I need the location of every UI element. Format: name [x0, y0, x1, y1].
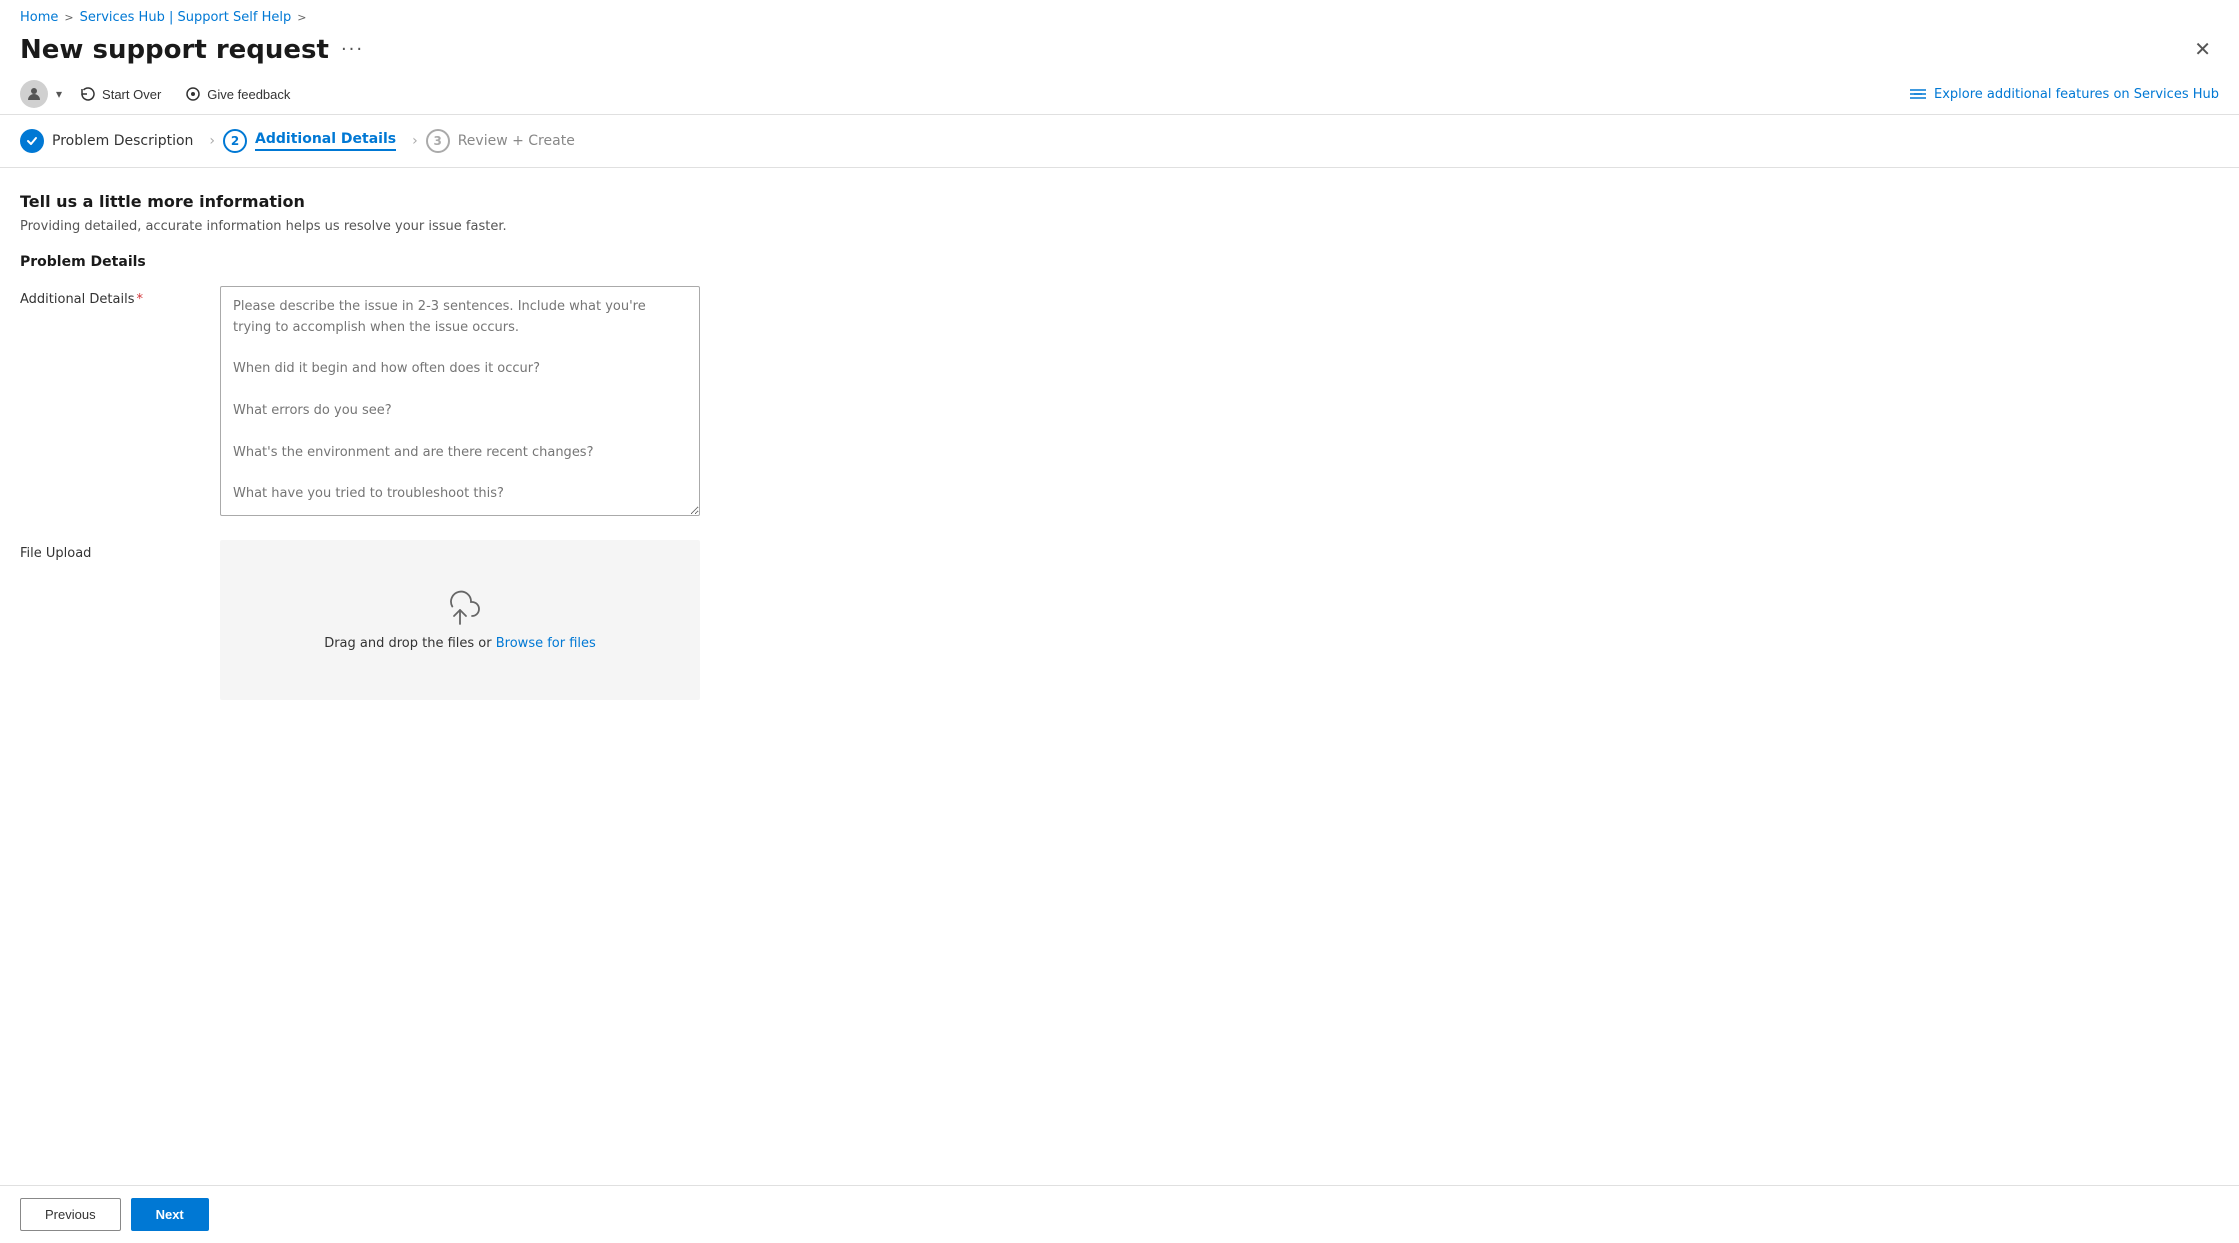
- additional-details-label: Additional Details: [20, 292, 134, 307]
- main-content: Tell us a little more information Provid…: [0, 168, 2239, 1243]
- breadcrumb: Home > Services Hub | Support Self Help …: [0, 0, 2239, 29]
- bottom-nav: Previous Next: [0, 1185, 2239, 1243]
- toolbar: ▾ Start Over Give feedback: [0, 74, 2239, 115]
- step-1-problem-description[interactable]: Problem Description: [20, 129, 209, 153]
- step-3-label: Review + Create: [458, 133, 575, 149]
- additional-details-textarea[interactable]: [220, 286, 700, 516]
- give-feedback-button[interactable]: Give feedback: [175, 82, 300, 106]
- user-avatar-button[interactable]: [20, 80, 48, 108]
- close-button[interactable]: ✕: [2186, 33, 2219, 66]
- step-2-label: Additional Details: [255, 131, 396, 151]
- problem-details-heading: Problem Details: [20, 254, 2219, 270]
- give-feedback-label: Give feedback: [207, 87, 290, 102]
- previous-button[interactable]: Previous: [20, 1198, 121, 1231]
- section-title: Tell us a little more information: [20, 192, 2219, 211]
- explore-features-link[interactable]: Explore additional features on Services …: [1910, 87, 2219, 102]
- cloud-upload-icon: [440, 590, 480, 626]
- additional-details-row: Additional Details*: [20, 286, 2219, 520]
- browse-files-link[interactable]: Browse for files: [496, 636, 596, 651]
- step-separator-2: ›: [412, 133, 418, 149]
- file-upload-row: File Upload Drag and drop the files or B…: [20, 540, 2219, 700]
- additional-details-label-container: Additional Details*: [20, 286, 220, 307]
- step-1-label: Problem Description: [52, 133, 193, 149]
- explore-features-label: Explore additional features on Services …: [1934, 87, 2219, 102]
- user-icon: [26, 86, 42, 102]
- file-upload-label: File Upload: [20, 540, 220, 561]
- toolbar-left: ▾ Start Over Give feedback: [20, 80, 300, 108]
- breadcrumb-separator-2: >: [297, 11, 306, 24]
- step-separator-1: ›: [209, 133, 215, 149]
- breadcrumb-home[interactable]: Home: [20, 10, 58, 25]
- dropdown-chevron-button[interactable]: ▾: [52, 83, 66, 105]
- start-over-button[interactable]: Start Over: [70, 82, 171, 106]
- step-1-circle: [20, 129, 44, 153]
- breadcrumb-services-hub[interactable]: Services Hub | Support Self Help: [80, 10, 292, 25]
- feedback-icon: [185, 86, 201, 102]
- next-button[interactable]: Next: [131, 1198, 209, 1231]
- title-bar: New support request ··· ✕: [0, 29, 2239, 74]
- explore-icon: [1910, 87, 1926, 101]
- breadcrumb-separator-1: >: [64, 11, 73, 24]
- refresh-icon: [80, 86, 96, 102]
- page-title: New support request: [20, 35, 329, 65]
- app-container: Home > Services Hub | Support Self Help …: [0, 0, 2239, 1243]
- start-over-label: Start Over: [102, 87, 161, 102]
- file-upload-control: Drag and drop the files or Browse for fi…: [220, 540, 700, 700]
- additional-details-control: [220, 286, 700, 520]
- more-options-button[interactable]: ···: [341, 39, 364, 60]
- step-2-additional-details[interactable]: 2 Additional Details: [223, 129, 412, 153]
- step-3-review-create[interactable]: 3 Review + Create: [426, 129, 591, 153]
- step-2-circle: 2: [223, 129, 247, 153]
- file-upload-dropzone[interactable]: Drag and drop the files or Browse for fi…: [220, 540, 700, 700]
- section-subtitle: Providing detailed, accurate information…: [20, 219, 2219, 234]
- file-upload-text: Drag and drop the files or Browse for fi…: [324, 636, 596, 651]
- checkmark-icon: [26, 135, 38, 147]
- drag-drop-text: Drag and drop the files or: [324, 636, 491, 651]
- required-indicator: *: [136, 292, 143, 307]
- steps-bar: Problem Description › 2 Additional Detai…: [0, 115, 2239, 168]
- step-3-circle: 3: [426, 129, 450, 153]
